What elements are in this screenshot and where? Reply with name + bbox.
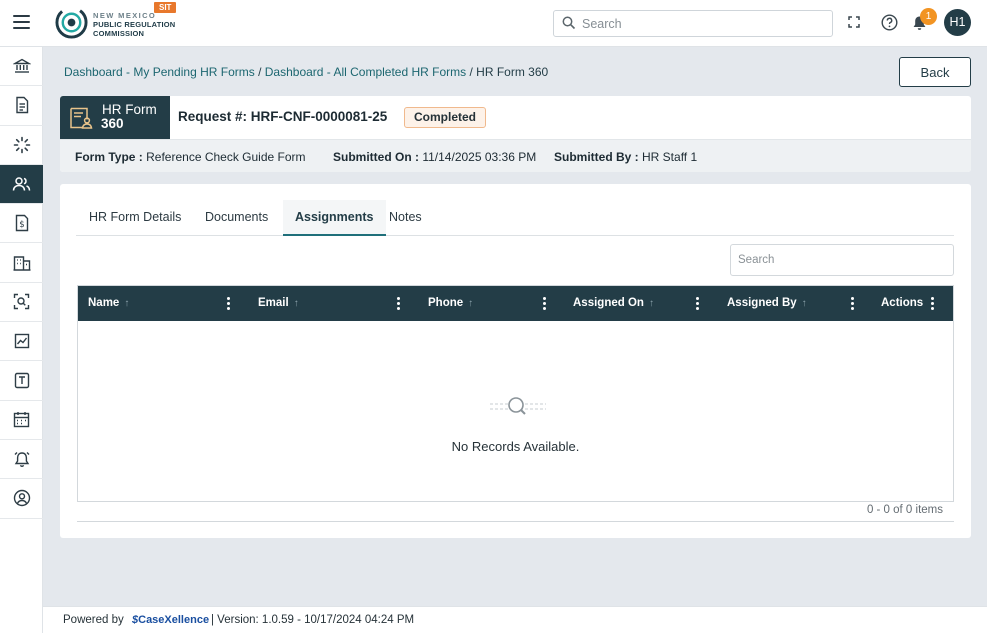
assignments-grid: Name ↑ Email ↑ Phone ↑ Assigned On ↑ Assigne…	[77, 285, 954, 502]
sidebar-item-templates[interactable]	[0, 361, 43, 401]
form-chip-title: HR Form	[102, 102, 157, 117]
users-icon	[12, 177, 31, 191]
text-box-icon	[14, 372, 29, 389]
form-header-card: HR Form 360 Request #: HRF-CNF-0000081-2…	[60, 96, 971, 172]
sort-arrow-icon: ↑	[468, 298, 474, 309]
column-menu-icon[interactable]	[851, 297, 855, 310]
scan-search-icon	[13, 294, 30, 310]
sidebar-item-documents[interactable]	[0, 86, 43, 126]
hamburger-icon[interactable]	[13, 15, 30, 29]
sidebar-item-billing[interactable]: $	[0, 204, 43, 244]
breadcrumb-link-pending[interactable]: Dashboard - My Pending HR Forms	[64, 65, 255, 79]
document-icon	[15, 97, 28, 114]
powered-by-label: Powered by	[63, 614, 124, 626]
column-menu-icon[interactable]	[696, 297, 700, 310]
sort-arrow-icon: ↑	[124, 298, 130, 309]
global-search-input[interactable]	[582, 15, 822, 33]
submitted-on: Submitted On : 11/14/2025 03:36 PM	[333, 150, 537, 164]
column-menu-icon[interactable]	[543, 297, 547, 310]
sidebar-item-organizations[interactable]	[0, 243, 43, 283]
institution-icon	[12, 58, 31, 73]
sidebar-item-search[interactable]	[0, 283, 43, 323]
sidebar-item-hr[interactable]	[0, 164, 43, 205]
form-chip: HR Form 360	[60, 96, 170, 139]
form-type: Form Type : Reference Check Guide Form	[75, 150, 306, 164]
sidebar-item-institution[interactable]	[0, 47, 43, 87]
tab-bar: HR Form Details Documents Assignments No…	[76, 200, 954, 236]
form-user-icon	[70, 107, 93, 129]
tab-hr-form-details[interactable]: HR Form Details	[77, 200, 193, 235]
search-icon	[562, 16, 576, 30]
sidebar-item-profile[interactable]	[0, 479, 43, 519]
grid-search[interactable]	[730, 244, 954, 276]
column-phone[interactable]: Phone ↑	[428, 286, 473, 321]
column-email[interactable]: Email ↑	[258, 286, 299, 321]
invoice-icon: $	[15, 215, 28, 232]
sort-arrow-icon: ↑	[293, 298, 299, 309]
request-number: Request #: HRF-CNF-0000081-25	[178, 109, 388, 124]
fullscreen-icon[interactable]	[848, 16, 860, 28]
column-menu-icon[interactable]	[397, 297, 401, 310]
column-assigned-on[interactable]: Assigned On ↑	[573, 286, 654, 321]
svg-text:$: $	[19, 220, 24, 230]
calendar-icon	[13, 412, 30, 428]
empty-state-text: No Records Available.	[451, 439, 580, 454]
logo-mark-icon	[55, 6, 88, 39]
no-records-icon	[490, 397, 546, 415]
sidebar-nav: $	[0, 47, 43, 633]
form-meta-row: Form Type : Reference Check Guide Form S…	[60, 139, 971, 172]
tab-documents[interactable]: Documents	[193, 200, 280, 235]
environment-badge: SIT	[154, 2, 177, 13]
alarm-icon	[14, 452, 29, 468]
form-chip-number: 360	[101, 116, 124, 131]
sidebar-item-alerts[interactable]	[0, 440, 43, 480]
status-badge: Completed	[404, 107, 487, 128]
notification-count-badge: 1	[920, 8, 937, 25]
grid-search-input[interactable]	[731, 245, 953, 275]
breadcrumb-current: HR Form 360	[476, 65, 549, 79]
logo-text: NEW MEXICO PUBLIC REGULATION COMMISSION	[93, 11, 176, 38]
help-icon[interactable]	[881, 14, 898, 31]
footer: Powered by $CaseXellence | Version: 1.0.…	[43, 606, 987, 633]
breadcrumb: Dashboard - My Pending HR Forms / Dashbo…	[64, 65, 549, 79]
top-header: NEW MEXICO PUBLIC REGULATION COMMISSION …	[0, 0, 987, 47]
column-actions: Actions	[881, 297, 924, 309]
grid-header: Name ↑ Email ↑ Phone ↑ Assigned On ↑ Assigne…	[78, 286, 953, 321]
submitted-by: Submitted By : HR Staff 1	[554, 150, 698, 164]
grid-pager: 0 - 0 of 0 items	[77, 502, 954, 522]
column-menu-icon[interactable]	[931, 297, 935, 310]
tab-notes[interactable]: Notes	[377, 200, 434, 235]
app-logo[interactable]: NEW MEXICO PUBLIC REGULATION COMMISSION …	[55, 2, 185, 43]
column-name[interactable]: Name ↑	[88, 286, 129, 321]
chart-icon	[14, 334, 29, 349]
sidebar-item-workflow[interactable]	[0, 126, 43, 165]
column-menu-icon[interactable]	[227, 297, 231, 310]
column-assigned-by[interactable]: Assigned By ↑	[727, 286, 807, 321]
sort-arrow-icon: ↑	[801, 298, 807, 309]
version-info: | Version: 1.0.59 - 10/17/2024 04:24 PM	[211, 614, 415, 626]
pager-info: 0 - 0 of 0 items	[866, 504, 943, 516]
user-avatar[interactable]: H1	[944, 9, 971, 36]
user-circle-icon	[13, 490, 30, 507]
tab-assignments[interactable]: Assignments	[283, 200, 386, 236]
assignments-panel: HR Form Details Documents Assignments No…	[60, 184, 971, 538]
global-search[interactable]	[553, 10, 833, 37]
breadcrumb-link-completed[interactable]: Dashboard - All Completed HR Forms	[265, 65, 466, 79]
loader-icon	[13, 136, 30, 154]
sidebar-item-reports[interactable]	[0, 322, 43, 362]
back-button[interactable]: Back	[899, 57, 971, 87]
sidebar-item-calendar[interactable]	[0, 401, 43, 440]
sort-arrow-icon: ↑	[648, 298, 654, 309]
brand-logo: $CaseXellence	[132, 614, 210, 626]
building-icon	[13, 255, 30, 271]
